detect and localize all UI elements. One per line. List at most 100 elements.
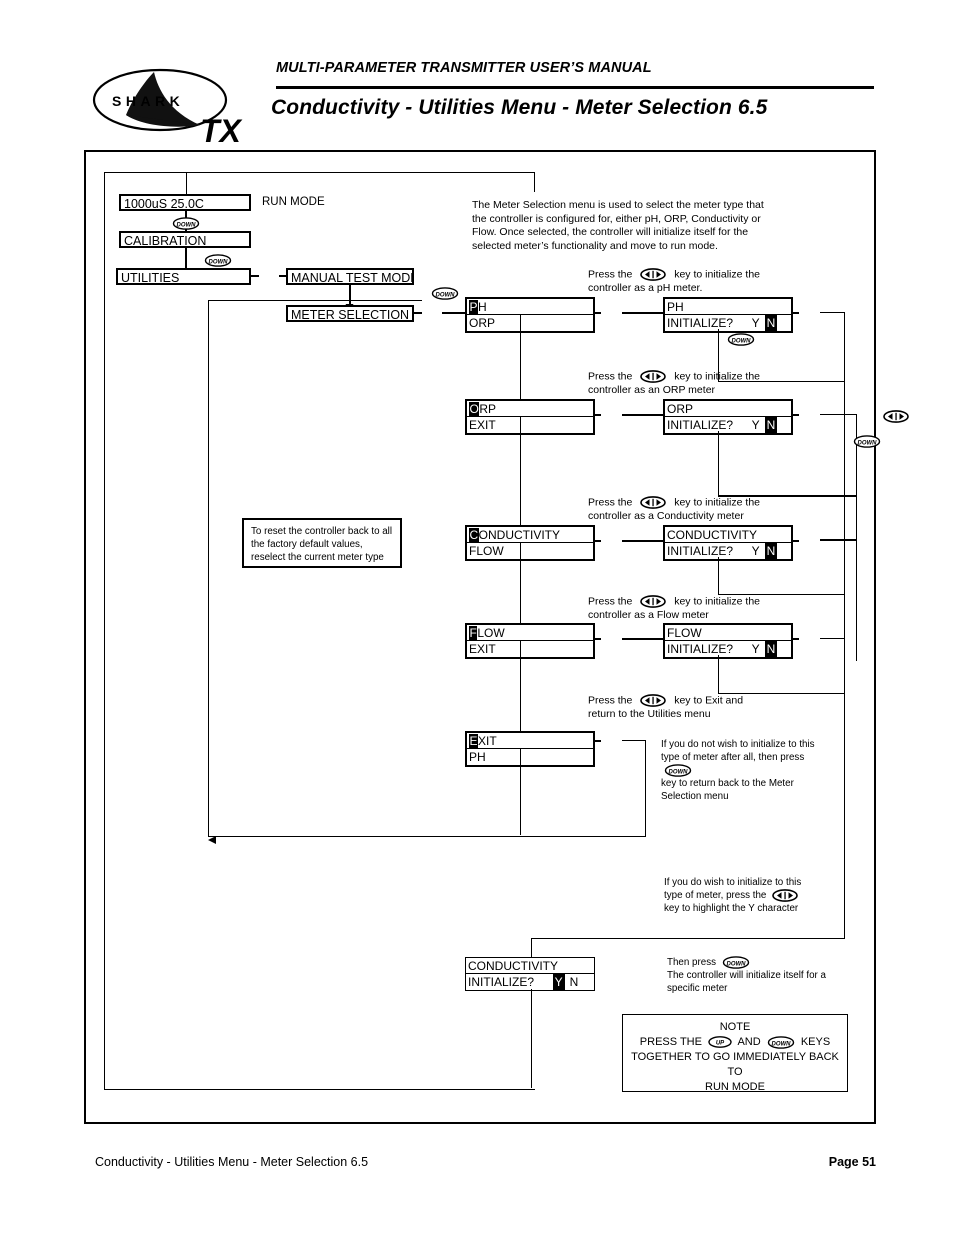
lcd-selector-ph[interactable]: PH ORP xyxy=(465,297,595,333)
then-note-line2: The controller will initialize itself fo… xyxy=(667,970,826,982)
yes-cell[interactable]: Y xyxy=(750,641,762,657)
down-key-icon: DOWN xyxy=(722,956,750,969)
connector-orp-down-stub xyxy=(520,416,521,438)
return-rail-bottom xyxy=(208,836,645,837)
connector-cond-return-h xyxy=(820,539,857,541)
row-caption-ph-line2: controller as a pH meter. xyxy=(588,281,703,294)
svg-text:DOWN: DOWN xyxy=(209,260,229,266)
exit-note-line4: Selection menu xyxy=(661,791,729,803)
connector-ph-c xyxy=(793,312,799,314)
yes-note-line1: If you do wish to initialize to this xyxy=(664,877,802,888)
footer-right: Page 51 xyxy=(828,1155,876,1169)
connector-calibration-to-utilities xyxy=(185,248,187,268)
no-cell-highlighted[interactable]: N xyxy=(765,417,777,433)
lcd-bottom-initialize[interactable]: CONDUCTIVITY INITIALIZE? Y N xyxy=(465,957,595,991)
yes-cell-highlighted[interactable]: Y xyxy=(552,974,565,990)
yes-no-group-conductivity[interactable]: Y N xyxy=(750,543,777,559)
cursor-char: E xyxy=(469,734,479,748)
connector-ph-return-v xyxy=(844,312,845,662)
row-caption-ph: Press the key to initialize the controll… xyxy=(588,268,760,295)
connector-frame-to-run xyxy=(186,172,187,194)
lcd-selector-exit[interactable]: EXIT PH xyxy=(465,731,595,767)
lcd-selector-flow-line2: EXIT xyxy=(469,642,496,656)
connector-orp-b xyxy=(622,414,665,416)
row-caption-ph-post: key to initialize the xyxy=(674,268,760,281)
yes-no-group-flow[interactable]: Y N xyxy=(750,641,777,657)
svg-text:DOWN: DOWN xyxy=(732,339,752,345)
no-cell-highlighted[interactable]: N xyxy=(765,641,777,657)
connector-orp-return-v xyxy=(856,414,857,661)
yes-cell[interactable]: Y xyxy=(750,543,762,559)
row-caption-exit-line2: return to the Utilities menu xyxy=(588,707,711,720)
menu-item-manual-test-mode[interactable]: MANUAL TEST MODE xyxy=(286,268,414,285)
manual-subtitle: MULTI-PARAMETER TRANSMITTER USER’S MANUA… xyxy=(276,60,652,76)
down-key-icon: DOWN xyxy=(853,435,881,449)
connector-ph-init-down xyxy=(718,329,719,355)
initialize-label: INITIALIZE? xyxy=(468,975,535,989)
line-rest: ONDUCTIVITY xyxy=(478,528,561,542)
left-right-arrow-key-icon xyxy=(640,370,667,383)
connector-flow-a xyxy=(595,638,601,640)
intro-paragraph: The Meter Selection menu is used to sele… xyxy=(472,199,764,252)
connector-orp-return-h xyxy=(820,414,857,415)
menu-item-meter-selection[interactable]: METER SELECTION xyxy=(286,305,414,322)
yes-no-group-orp[interactable]: Y N xyxy=(750,417,777,433)
logo-model-text: TX xyxy=(200,113,243,146)
connector-utilities-link-a xyxy=(251,275,259,277)
lcd-initialize-flow-line1: FLOW xyxy=(665,625,791,641)
return-rail-vertical xyxy=(208,300,209,836)
connector-cond-init-join-v xyxy=(718,583,719,595)
yes-cell[interactable]: Y xyxy=(750,315,762,331)
connector-flow-init-join-v xyxy=(718,681,719,694)
cursor-char: O xyxy=(469,402,480,416)
lcd-selector-conductivity[interactable]: CONDUCTIVITY FLOW xyxy=(465,525,595,561)
lcd-selector-flow-line1: FLOW xyxy=(467,625,593,641)
row-caption-orp-post: key to initialize the xyxy=(674,370,760,383)
lcd-initialize-orp[interactable]: ORP INITIALIZE? Y N xyxy=(663,399,793,435)
row-caption-conductivity: Press the key to initialize the controll… xyxy=(588,496,760,523)
lcd-initialize-conductivity-line1: CONDUCTIVITY xyxy=(665,527,791,543)
row-caption-conductivity-post: key to initialize the xyxy=(674,496,760,509)
svg-text:DOWN: DOWN xyxy=(669,769,689,775)
down-key-icon: DOWN xyxy=(767,1035,795,1049)
then-note-line3: specific meter xyxy=(667,983,728,995)
lcd-initialize-conductivity[interactable]: CONDUCTIVITY INITIALIZE? Y N xyxy=(663,525,793,561)
lcd-selector-flow[interactable]: FLOW EXIT xyxy=(465,623,595,659)
connector-flow-c xyxy=(793,638,799,640)
lcd-selector-orp-line1: ORP xyxy=(467,401,593,417)
logo-word-text: SHARK xyxy=(112,93,184,109)
connector-cond-b xyxy=(622,540,665,542)
connector-flow-down-stub xyxy=(520,640,521,662)
left-right-arrow-key-icon[interactable] xyxy=(883,410,909,424)
yes-no-group-ph[interactable]: Y N xyxy=(750,315,777,331)
connector-cond-down-stub xyxy=(520,542,521,564)
then-note-line1: Then press DOWN xyxy=(667,956,847,969)
lcd-initialize-flow[interactable]: FLOW INITIALIZE? Y N xyxy=(663,623,793,659)
note-box: NOTE PRESS THE UP AND DOWN KEYS TOGETHER… xyxy=(622,1014,848,1093)
lcd-initialize-ph[interactable]: PH INITIALIZE? Y N xyxy=(663,297,793,333)
lcd-selector-orp[interactable]: ORP EXIT xyxy=(465,399,595,435)
no-cell-highlighted[interactable]: N xyxy=(765,543,777,559)
connector-orp-init-join-v xyxy=(718,457,719,496)
row-caption-flow: Press the key to initialize the controll… xyxy=(588,595,760,622)
lcd-selector-conductivity-line1: CONDUCTIVITY xyxy=(467,527,593,543)
no-cell-highlighted[interactable]: N xyxy=(765,315,777,331)
svg-text:DOWN: DOWN xyxy=(857,441,877,447)
connector-cond-a xyxy=(595,540,601,542)
line-rest: XIT xyxy=(478,734,497,748)
menu-item-calibration[interactable]: CALIBRATION xyxy=(119,231,251,248)
lcd-bottom-line2: INITIALIZE? Y N xyxy=(466,974,594,990)
run-mode-label: RUN MODE xyxy=(262,196,325,208)
svg-text:UP: UP xyxy=(716,1041,725,1047)
lcd-run-mode: 1000uS 25.0C xyxy=(119,194,251,211)
yes-cell[interactable]: Y xyxy=(750,417,762,433)
no-cell[interactable]: N xyxy=(568,974,580,990)
svg-text:DOWN: DOWN xyxy=(436,293,456,299)
down-key-icon: DOWN xyxy=(727,333,755,347)
menu-item-utilities[interactable]: UTILITIES xyxy=(116,268,251,285)
svg-text:DOWN: DOWN xyxy=(771,1041,791,1047)
svg-text:DOWN: DOWN xyxy=(177,223,197,229)
yes-no-group-bottom[interactable]: Y N xyxy=(552,974,580,990)
connector-right-rail-to-bottom xyxy=(844,662,845,938)
header-rule xyxy=(276,86,874,89)
